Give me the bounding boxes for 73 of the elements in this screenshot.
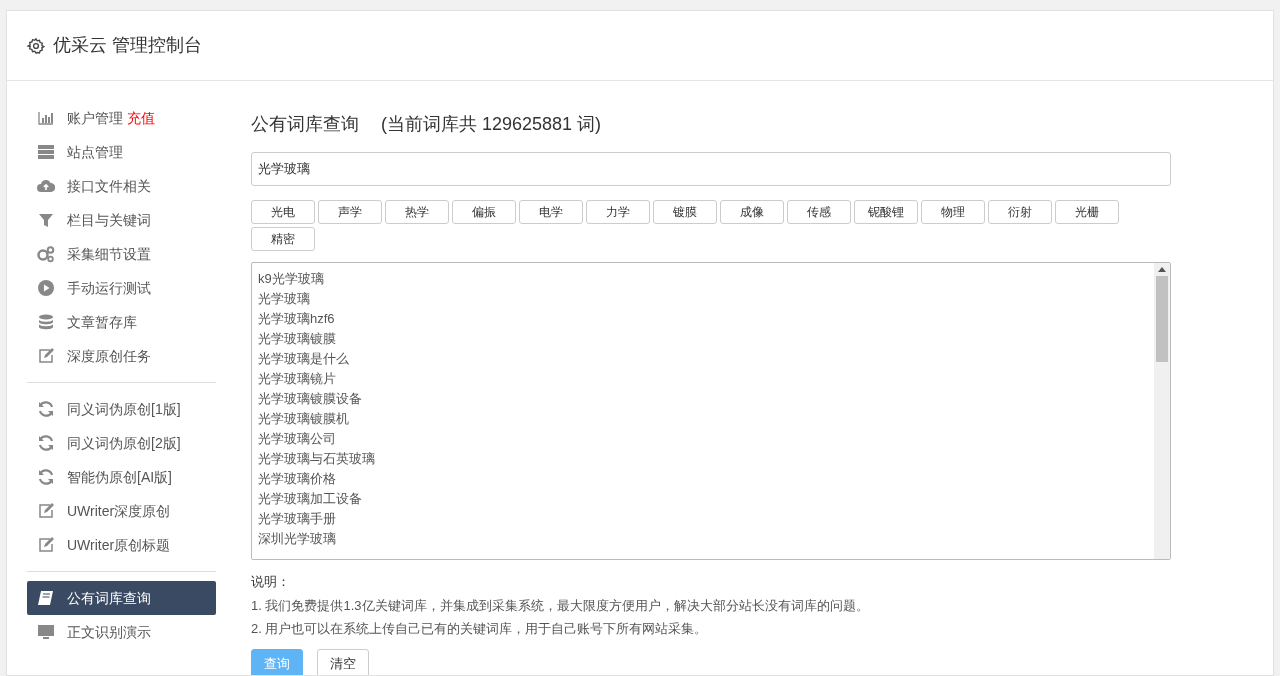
- refresh-icon: [37, 400, 55, 418]
- tag-button[interactable]: 成像: [720, 200, 784, 224]
- results-list[interactable]: k9光学玻璃 光学玻璃 光学玻璃hzf6 光学玻璃镀膜 光学玻璃是什么 光学玻璃镜片 光学玻璃镀膜设备 光学玻璃镀膜机 光学玻璃公司 光学玻璃与石英玻璃 光学玻璃价格 光学玻璃加工设备 光学玻璃手册 深圳光学玻璃: [251, 262, 1171, 560]
- sidebar-item[interactable]: 同义词伪原创[1版]: [27, 392, 216, 426]
- note-text: 2. 用户也可以在系统上传自己已有的关键词库，用于自己账号下所有网站采集。: [251, 620, 709, 638]
- sidebar-item[interactable]: 智能伪原创[AI版]: [27, 460, 216, 494]
- tag-button[interactable]: 镀膜: [653, 200, 717, 224]
- sidebar-item[interactable]: 采集细节设置: [27, 237, 216, 271]
- edit-icon: [37, 536, 55, 554]
- sidebar-item[interactable]: 深度原创任务: [27, 339, 216, 373]
- note-text: 1. 我们免费提供1.3亿关键词库，并集成到采集系统，最大限度方便用户，解决大部分站长没有词库的问题。: [251, 596, 870, 615]
- result-item[interactable]: 光学玻璃镀膜: [258, 329, 1148, 349]
- result-item[interactable]: 光学玻璃镜片: [258, 369, 1148, 389]
- sidebar-item[interactable]: UWriter原创标题: [27, 528, 216, 562]
- chart-icon: [37, 109, 55, 127]
- scroll-up-arrow-icon[interactable]: [1158, 267, 1166, 272]
- sidebar-item[interactable]: 站点管理: [27, 135, 216, 169]
- result-item[interactable]: k9光学玻璃: [258, 269, 1148, 289]
- monitor-icon: [37, 623, 55, 641]
- result-item[interactable]: 光学玻璃价格: [258, 469, 1148, 489]
- sidebar-item[interactable]: 栏目与关键词: [27, 203, 216, 237]
- cloud-upload-icon: [37, 177, 55, 195]
- tag-button[interactable]: 力学: [586, 200, 650, 224]
- filter-icon: [37, 211, 55, 229]
- tag-button[interactable]: 衍射: [988, 200, 1052, 224]
- result-item[interactable]: 光学玻璃是什么: [258, 349, 1148, 369]
- result-item[interactable]: 光学玻璃公司: [258, 429, 1148, 449]
- sidebar-item[interactable]: UWriter深度原创: [27, 494, 216, 528]
- tag-button[interactable]: 电学: [519, 200, 583, 224]
- result-item[interactable]: 光学玻璃加工设备: [258, 489, 1148, 509]
- recharge-link[interactable]: 充值: [127, 107, 155, 129]
- result-item[interactable]: 光学玻璃: [258, 289, 1148, 309]
- refresh-icon: [37, 434, 55, 452]
- sidebar-item[interactable]: 公有词库查询: [27, 581, 216, 615]
- notes-label: 说明：: [251, 573, 291, 591]
- edit-icon: [37, 347, 55, 365]
- sidebar-item[interactable]: 文章暂存库: [27, 305, 216, 339]
- result-item[interactable]: 光学玻璃手册: [258, 509, 1148, 529]
- sidebar-item[interactable]: 账户管理 充值: [27, 101, 216, 135]
- tag-button[interactable]: 光电: [251, 200, 315, 224]
- clear-button[interactable]: 清空: [317, 648, 369, 675]
- database-icon: [37, 313, 55, 331]
- edit-icon: [37, 502, 55, 520]
- refresh-icon: [37, 468, 55, 486]
- word-count: (当前词库共 129625881 词): [381, 113, 602, 136]
- scrollbar[interactable]: [1154, 263, 1170, 559]
- console-title: 优采云 管理控制台: [53, 34, 202, 57]
- tag-button[interactable]: 精密: [251, 227, 315, 251]
- scrollbar-thumb[interactable]: [1156, 276, 1168, 362]
- result-item[interactable]: 光学玻璃与石英玻璃: [258, 449, 1148, 469]
- result-item[interactable]: 深圳光学玻璃: [258, 529, 1148, 549]
- result-item[interactable]: 光学玻璃hzf6: [258, 309, 1148, 329]
- page-title: 公有词库查询: [251, 113, 359, 136]
- play-icon: [37, 279, 55, 297]
- tag-button[interactable]: 铌酸锂: [854, 200, 918, 224]
- sidebar-label: 账户管理: [67, 108, 123, 128]
- settings-icon: [27, 36, 45, 55]
- server-icon: [37, 143, 55, 161]
- sidebar-item[interactable]: 同义词伪原创[2版]: [27, 426, 216, 460]
- tag-button[interactable]: 物理: [921, 200, 985, 224]
- gears-icon: [37, 245, 55, 263]
- tag-button[interactable]: 光栅: [1055, 200, 1119, 224]
- keyword-field[interactable]: 光学玻璃: [251, 152, 1171, 186]
- result-item[interactable]: 光学玻璃镀膜设备: [258, 389, 1148, 409]
- sidebar-item[interactable]: 正文识别演示: [27, 615, 216, 649]
- sidebar-item[interactable]: 手动运行测试: [27, 271, 216, 305]
- tag-button[interactable]: 声学: [318, 200, 382, 224]
- sidebar-item[interactable]: 接口文件相关: [27, 169, 216, 203]
- book-icon: [37, 589, 55, 607]
- tag-button[interactable]: 传感: [787, 200, 851, 224]
- tag-button[interactable]: 偏振: [452, 200, 516, 224]
- tag-button[interactable]: 热学: [385, 200, 449, 224]
- result-item[interactable]: 光学玻璃镀膜机: [258, 409, 1148, 429]
